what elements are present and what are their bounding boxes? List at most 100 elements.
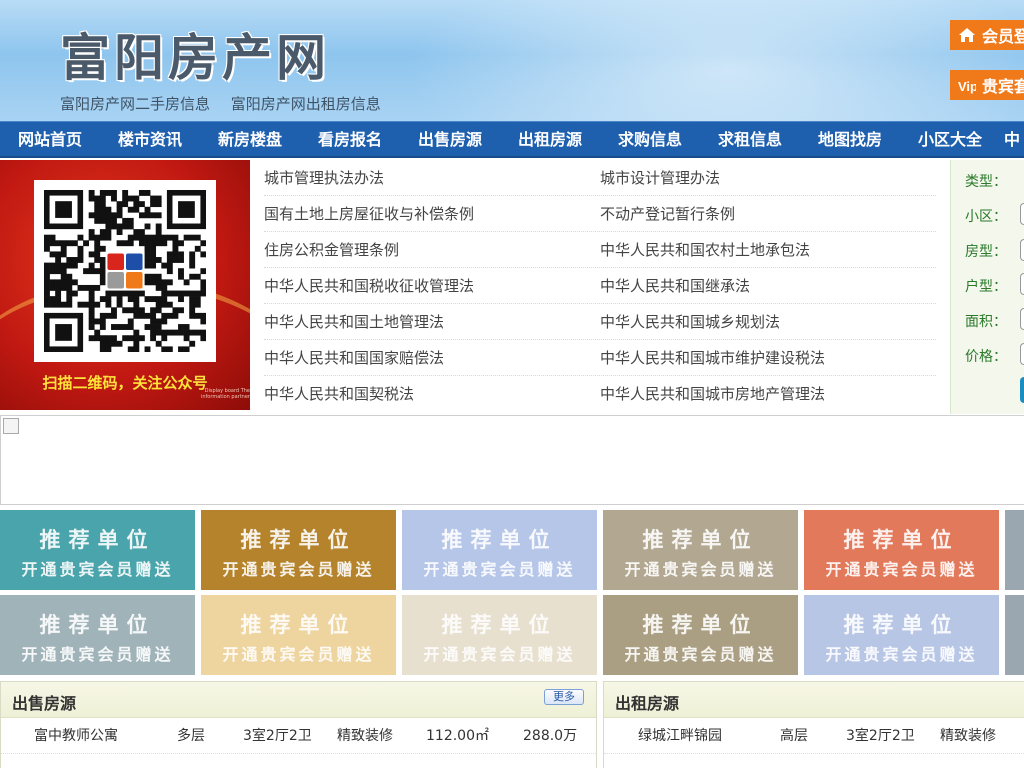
law-link[interactable]: 不动产登记暂行条例	[600, 196, 936, 231]
ad-banner-image[interactable]	[0, 415, 1024, 505]
listing-decoration: 精致装修	[940, 728, 996, 744]
law-link[interactable]: 城市管理执法办法	[264, 160, 600, 195]
listing-price: 288.0万	[523, 728, 578, 744]
rent-panel-header: 出租房源	[604, 682, 1024, 718]
tile-subtitle: 开通贵宾会员赠送	[423, 645, 576, 664]
nav-communities[interactable]: 小区大全	[900, 122, 1000, 157]
recommend-tile[interactable]: 推荐单位 开通贵宾会员赠送	[0, 595, 195, 675]
search-button[interactable]	[1020, 377, 1024, 403]
listing-area: 112.00㎡	[426, 728, 489, 744]
recommend-tile[interactable]: 推荐单位 开通贵宾会员赠送	[0, 510, 195, 590]
law-link[interactable]: 城市设计管理办法	[600, 160, 936, 195]
law-link[interactable]: 中华人民共和国城乡规划法	[600, 304, 936, 339]
law-link[interactable]: 中华人民共和国土地管理法	[264, 304, 600, 339]
nav-new-homes[interactable]: 新房楼盘	[200, 122, 300, 157]
tile-title: 推荐单位	[642, 528, 759, 552]
search-label-community: 小区：	[965, 209, 1007, 225]
qr-code-image	[44, 190, 207, 353]
tile-title: 推荐单位	[240, 528, 357, 552]
nav-more[interactable]: 中	[1000, 122, 1024, 157]
sublink-second-hand[interactable]: 富阳房产网二手房信息	[60, 95, 210, 113]
search-label-area: 面积：	[965, 314, 1007, 330]
header-sublinks: 富阳房产网二手房信息 富阳房产网出租房信息	[60, 93, 397, 114]
recommend-tile[interactable]: 推荐单位 开通贵宾会员赠送	[603, 595, 798, 675]
recommend-tile[interactable]	[1005, 595, 1024, 675]
laws-row: 国有土地上房屋征收与补偿条例 不动产登记暂行条例	[264, 196, 936, 232]
search-label-type: 类型：	[965, 174, 1007, 190]
tile-title: 推荐单位	[843, 613, 960, 637]
header-glow	[380, 0, 1024, 121]
search-label-room: 房型：	[965, 244, 1007, 260]
listing-name[interactable]: 富中教师公寓	[34, 718, 118, 754]
search-panel: 类型： 小区： 房型： 户型： 面积： 价格：	[950, 160, 1024, 414]
tile-title: 推荐单位	[39, 528, 156, 552]
tile-subtitle: 开通贵宾会员赠送	[825, 560, 978, 579]
community-input[interactable]	[1020, 203, 1024, 225]
laws-list: 城市管理执法办法 城市设计管理办法 国有土地上房屋征收与补偿条例 不动产登记暂行…	[264, 160, 936, 412]
laws-row: 城市管理执法办法 城市设计管理办法	[264, 160, 936, 196]
tile-subtitle: 开通贵宾会员赠送	[825, 645, 978, 664]
vip-package-label: 贵宾套	[982, 77, 1024, 96]
laws-row: 中华人民共和国契税法 中华人民共和国城市房地产管理法	[264, 376, 936, 412]
rent-panel-title[interactable]: 出租房源	[615, 690, 679, 714]
recommend-tile[interactable]: 推荐单位 开通贵宾会员赠送	[603, 510, 798, 590]
main-nav: 网站首页 楼市资讯 新房楼盘 看房报名 出售房源 出租房源 求购信息 求租信息 …	[0, 121, 1024, 158]
tile-title: 推荐单位	[39, 613, 156, 637]
recommend-tile[interactable]: 推荐单位 开通贵宾会员赠送	[402, 510, 597, 590]
qr-tiny-text: Display board The information partner	[200, 388, 250, 400]
recommend-tile[interactable]: 推荐单位 开通贵宾会员赠送	[201, 510, 396, 590]
law-link[interactable]: 住房公积金管理条例	[264, 232, 600, 267]
tile-title: 推荐单位	[441, 613, 558, 637]
listing-building-type: 高层	[780, 728, 808, 744]
tile-subtitle: 开通贵宾会员赠送	[222, 645, 375, 664]
tile-subtitle: 开通贵宾会员赠送	[21, 645, 174, 664]
listing-decoration: 精致装修	[337, 728, 393, 744]
law-link[interactable]: 中华人民共和国国家赔偿法	[264, 340, 600, 375]
sale-listing-row[interactable]: 富中教师公寓 多层 3室2厅2卫 精致装修 112.00㎡ 288.0万	[1, 718, 596, 754]
sale-more-button[interactable]: 更多	[544, 689, 584, 705]
tile-title: 推荐单位	[642, 613, 759, 637]
nav-wanted-buy[interactable]: 求购信息	[600, 122, 700, 157]
listing-name[interactable]: 绿城江畔锦园	[638, 718, 722, 754]
law-link[interactable]: 中华人民共和国契税法	[264, 376, 600, 412]
recommend-tile[interactable]: 推荐单位 开通贵宾会员赠送	[201, 595, 396, 675]
law-link[interactable]: 国有土地上房屋征收与补偿条例	[264, 196, 600, 231]
tile-title: 推荐单位	[843, 528, 960, 552]
vip-package-button[interactable]: Vip 贵宾套	[950, 70, 1024, 100]
nav-viewing-signup[interactable]: 看房报名	[300, 122, 400, 157]
law-link[interactable]: 中华人民共和国继承法	[600, 268, 936, 303]
member-login-button[interactable]: 会员登	[950, 20, 1024, 50]
site-header: 富阳房产网 富阳房产网二手房信息 富阳房产网出租房信息 会员登 Vip 贵宾套	[0, 0, 1024, 121]
room-select[interactable]	[1020, 239, 1024, 261]
sale-listings-panel: 出售房源 更多 富中教师公寓 多层 3室2厅2卫 精致装修 112.00㎡ 28…	[0, 681, 597, 768]
laws-row: 中华人民共和国土地管理法 中华人民共和国城乡规划法	[264, 304, 936, 340]
tile-subtitle: 开通贵宾会员赠送	[624, 560, 777, 579]
rent-listing-row[interactable]: 绿城江畔锦园 高层 3室2厅2卫 精致装修	[604, 718, 1024, 754]
recommend-tile[interactable]: 推荐单位 开通贵宾会员赠送	[804, 510, 999, 590]
qr-banner[interactable]: 扫描二维码，关注公众号 Display board The informatio…	[0, 160, 250, 410]
nav-news[interactable]: 楼市资讯	[100, 122, 200, 157]
price-select[interactable]	[1020, 343, 1024, 365]
tile-subtitle: 开通贵宾会员赠送	[624, 645, 777, 664]
broken-image-icon	[3, 418, 19, 434]
tile-title: 推荐单位	[441, 528, 558, 552]
nav-for-rent[interactable]: 出租房源	[500, 122, 600, 157]
nav-map-search[interactable]: 地图找房	[800, 122, 900, 157]
area-select[interactable]	[1020, 308, 1024, 330]
site-title[interactable]: 富阳房产网	[60, 18, 330, 90]
nav-wanted-rent[interactable]: 求租信息	[700, 122, 800, 157]
law-link[interactable]: 中华人民共和国农村土地承包法	[600, 232, 936, 267]
law-link[interactable]: 中华人民共和国税收征收管理法	[264, 268, 600, 303]
recommend-tile[interactable]: 推荐单位 开通贵宾会员赠送	[402, 595, 597, 675]
nav-home[interactable]: 网站首页	[0, 122, 100, 157]
layout-select[interactable]	[1020, 273, 1024, 295]
qr-code-icon	[34, 180, 216, 362]
nav-for-sale[interactable]: 出售房源	[400, 122, 500, 157]
law-link[interactable]: 中华人民共和国城市房地产管理法	[600, 376, 936, 412]
sublink-rental[interactable]: 富阳房产网出租房信息	[231, 95, 381, 113]
recommend-tile[interactable]	[1005, 510, 1024, 590]
sale-panel-title[interactable]: 出售房源	[12, 690, 76, 714]
recommend-tile[interactable]: 推荐单位 开通贵宾会员赠送	[804, 595, 999, 675]
tile-subtitle: 开通贵宾会员赠送	[21, 560, 174, 579]
law-link[interactable]: 中华人民共和国城市维护建设税法	[600, 340, 936, 375]
